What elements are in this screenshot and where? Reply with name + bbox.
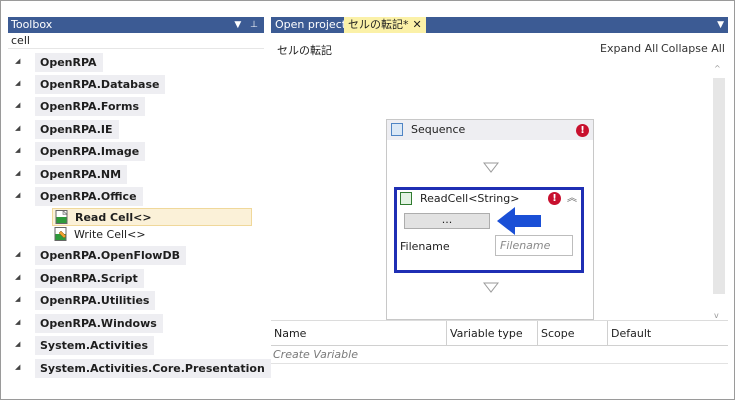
app-window: Toolbox ▼ ⊥ cell ◢ OpenRPA ◢ OpenRPA.Dat… xyxy=(0,0,735,400)
tab-label: セルの転記* xyxy=(348,18,409,31)
drop-target-arrow-icon[interactable] xyxy=(483,282,499,294)
expand-all-link[interactable]: Expand All xyxy=(600,42,658,55)
collapse-triangle-icon[interactable]: ◢ xyxy=(15,340,20,348)
toolbox-title: Toolbox xyxy=(11,18,53,31)
pointer-arrow-icon xyxy=(497,207,541,235)
browse-button[interactable]: ... xyxy=(404,213,490,229)
tool-read-cell[interactable]: Read Cell<> xyxy=(52,208,252,226)
document-tab-bar: Open project セルの転記* ✕ ▼ xyxy=(271,17,728,33)
toolbox-panel: Toolbox ▼ ⊥ cell ◢ OpenRPA ◢ OpenRPA.Dat… xyxy=(8,17,271,397)
excel-read-icon xyxy=(400,192,412,205)
collapse-all-link[interactable]: Collapse All xyxy=(661,42,725,55)
tab-open-project[interactable]: Open project xyxy=(271,17,350,33)
variables-panel: Name Variable type Scope Default Create … xyxy=(271,321,728,393)
category-label: OpenRPA.Image xyxy=(35,142,146,161)
category-label: OpenRPA.Database xyxy=(35,75,166,94)
close-icon[interactable]: ✕ xyxy=(413,18,422,31)
category-label: OpenRPA xyxy=(35,53,103,72)
category-label: OpenRPA.NM xyxy=(35,165,128,184)
scroll-down-icon[interactable]: v xyxy=(714,311,719,320)
category-label: OpenRPA.Forms xyxy=(35,97,145,116)
column-name[interactable]: Name xyxy=(271,321,447,346)
scrollbar-thumb[interactable] xyxy=(713,78,725,294)
drop-target-arrow-icon[interactable] xyxy=(483,162,499,174)
toolbox-title-bar: Toolbox ▼ ⊥ xyxy=(8,17,264,33)
tool-label: Read Cell<> xyxy=(75,211,152,224)
sequence-icon xyxy=(391,123,403,136)
create-variable-row[interactable]: Create Variable xyxy=(273,348,358,361)
error-icon: ! xyxy=(548,192,561,205)
collapse-triangle-icon[interactable]: ◢ xyxy=(15,57,20,65)
breadcrumb[interactable]: セルの転記 xyxy=(277,42,332,58)
collapse-triangle-icon[interactable]: ◢ xyxy=(15,79,20,87)
designer-scrollbar[interactable]: ^ v xyxy=(713,64,725,320)
sequence-title: Sequence xyxy=(411,123,466,136)
category-label: OpenRPA.Utilities xyxy=(35,291,156,310)
category-label: System.Activities xyxy=(35,336,155,355)
category-label: OpenRPA.OpenFlowDB xyxy=(35,246,186,265)
collapse-triangle-icon[interactable]: ◢ xyxy=(15,318,20,326)
collapse-triangle-icon[interactable]: ◢ xyxy=(15,146,20,154)
sequence-activity[interactable]: Sequence ! ReadCell<String> ! ︽ ... File… xyxy=(386,119,594,320)
activity-header[interactable]: ReadCell<String> ! ︽ xyxy=(397,190,581,208)
excel-write-icon xyxy=(54,227,67,241)
divider xyxy=(271,363,728,364)
tab-label: Open project xyxy=(275,18,347,31)
tab-workflow[interactable]: セルの転記* ✕ xyxy=(344,17,426,33)
column-variable-type[interactable]: Variable type xyxy=(447,321,538,346)
error-icon: ! xyxy=(576,124,589,137)
category-label: OpenRPA.IE xyxy=(35,120,119,139)
filename-field[interactable]: Filename xyxy=(495,235,573,256)
collapse-triangle-icon[interactable]: ◢ xyxy=(15,101,20,109)
tool-write-cell[interactable]: Write Cell<> xyxy=(52,226,146,244)
category-label: OpenRPA.Script xyxy=(35,269,144,288)
column-scope[interactable]: Scope xyxy=(538,321,608,346)
filename-label: Filename xyxy=(400,240,450,253)
toolbox-pin-controls[interactable]: ▼ ⊥ xyxy=(234,17,261,33)
toolbox-search-input[interactable]: cell xyxy=(8,33,264,49)
collapse-triangle-icon[interactable]: ◢ xyxy=(15,363,20,371)
collapse-chevron-icon[interactable]: ︽ xyxy=(567,190,577,208)
scroll-up-icon[interactable]: ^ xyxy=(714,64,721,73)
workflow-designer: セルの転記 Expand All Collapse All ^ v Sequen… xyxy=(271,34,728,321)
read-cell-activity[interactable]: ReadCell<String> ! ︽ ... Filename Filena… xyxy=(394,187,584,273)
tab-list-dropdown-icon[interactable]: ▼ xyxy=(717,17,724,33)
collapse-triangle-icon[interactable]: ◢ xyxy=(15,250,20,258)
category-label: System.Activities.Core.Presentation xyxy=(35,359,271,378)
collapse-triangle-icon[interactable]: ◢ xyxy=(15,124,20,132)
variables-header: Name Variable type Scope Default xyxy=(271,321,728,346)
collapse-triangle-icon[interactable]: ◢ xyxy=(15,295,20,303)
column-default[interactable]: Default xyxy=(608,321,728,346)
sequence-header[interactable]: Sequence ! xyxy=(387,120,593,140)
category-label: OpenRPA.Windows xyxy=(35,314,163,333)
excel-read-icon xyxy=(55,209,68,224)
category-label: OpenRPA.Office xyxy=(35,187,143,206)
collapse-triangle-icon[interactable]: ◢ xyxy=(15,191,20,199)
collapse-triangle-icon[interactable]: ◢ xyxy=(15,169,20,177)
tool-label: Write Cell<> xyxy=(74,228,146,241)
collapse-triangle-icon[interactable]: ◢ xyxy=(15,273,20,281)
